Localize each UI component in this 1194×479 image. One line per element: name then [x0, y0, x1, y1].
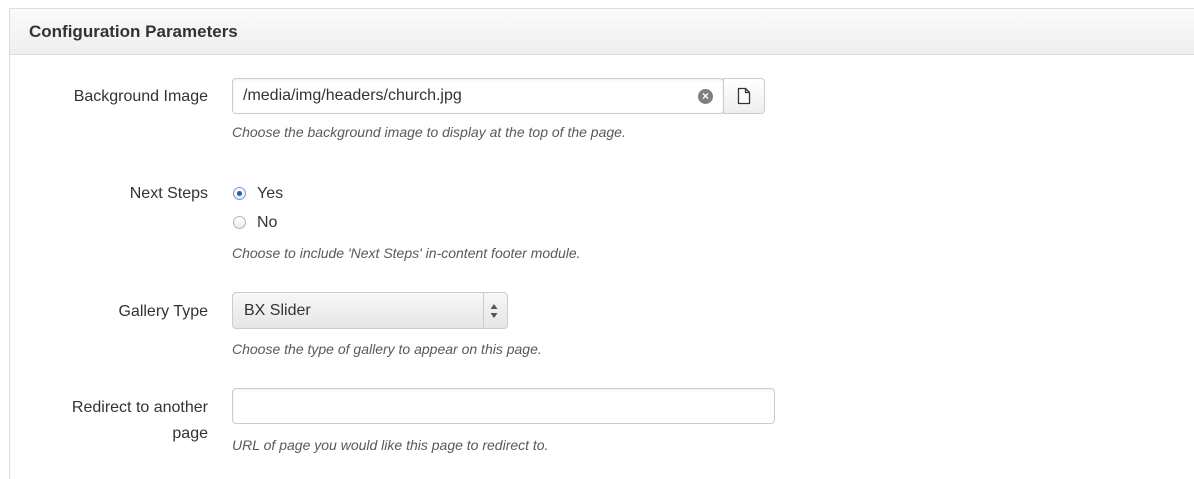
file-icon [737, 87, 751, 105]
panel-title: Configuration Parameters [29, 21, 238, 41]
panel-header: Configuration Parameters [10, 9, 1194, 55]
browse-file-button[interactable] [723, 78, 765, 114]
next-steps-no-option[interactable]: No [233, 211, 277, 234]
gallery-type-help: Choose the type of gallery to appear on … [232, 341, 542, 357]
background-image-value: /media/img/headers/church.jpg [243, 87, 462, 104]
next-steps-yes-option[interactable]: Yes [233, 182, 283, 205]
background-image-help: Choose the background image to display a… [232, 124, 626, 140]
next-steps-help: Choose to include 'Next Steps' in-conten… [232, 245, 581, 261]
redirect-url-input[interactable] [232, 388, 775, 424]
clear-circle-icon[interactable]: × [698, 89, 713, 104]
next-steps-label: Next Steps [129, 185, 208, 202]
radio-no[interactable] [233, 216, 246, 229]
background-image-label: Background Image [73, 88, 208, 105]
select-arrows-icon [490, 304, 498, 318]
radio-yes-label: Yes [257, 184, 284, 202]
select-divider [483, 293, 484, 328]
radio-no-label: No [257, 213, 278, 231]
background-image-input[interactable]: /media/img/headers/church.jpg × [232, 78, 724, 114]
redirect-help: URL of page you would like this page to … [232, 437, 549, 453]
radio-yes[interactable] [233, 187, 246, 200]
gallery-type-selected: BX Slider [244, 302, 311, 319]
redirect-label-line1: Redirect to another [71, 399, 208, 416]
gallery-type-label: Gallery Type [118, 303, 208, 320]
gallery-type-select[interactable]: BX Slider [232, 292, 508, 329]
redirect-label-line2: page [172, 425, 208, 442]
